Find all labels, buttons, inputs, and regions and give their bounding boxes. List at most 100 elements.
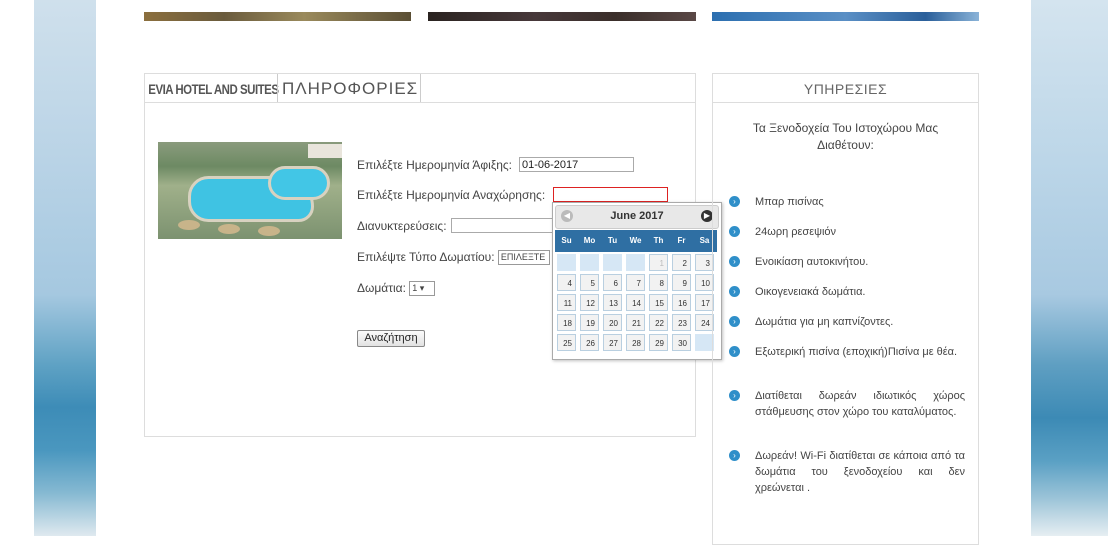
day-cell[interactable]: 14 [626, 294, 645, 311]
service-item-text: 24ωρη ρεσεψιόν [755, 226, 837, 238]
departure-label: Επιλέξτε Ημερομηνία Αναχώρησης: [357, 188, 546, 202]
datepicker-title: June 2017 [610, 210, 664, 222]
service-item-text: Ενοικίαση αυτοκινήτου. [755, 256, 869, 268]
rooms-select[interactable]: 1 ▾ [409, 281, 436, 297]
day-cell[interactable]: 18 [557, 314, 576, 331]
service-item: › Δωμάτια για μη καπνίζοντες. [729, 314, 965, 330]
umbrella-shape [178, 220, 200, 230]
service-item: › Μπαρ πισίνας [729, 194, 965, 210]
service-item-text: Εξωτερική πισίνα (εποχική)Πισίνα με θέα. [755, 346, 958, 358]
chevron-right-icon: › [729, 450, 740, 461]
day-cell[interactable]: 5 [580, 274, 599, 291]
services-title: ΥΠΗΡΕΣΙΕΣ [713, 74, 978, 103]
ocean-background-right [1031, 0, 1108, 536]
building-shape [308, 144, 342, 158]
umbrella-shape [218, 224, 240, 234]
weekday-label: Th [653, 236, 664, 245]
service-item: › Ενοικίαση αυτοκινήτου. [729, 254, 965, 270]
pool-shape-2 [268, 166, 330, 200]
departure-row: Επιλέξτε Ημερομηνία Αναχώρησης: [357, 188, 545, 202]
room-type-row: Επιλέψτε Τύπο Δωματίου: ΕΠΙΛΕΞΤΕ [357, 250, 550, 266]
hotel-name-title: EVIA HOTEL AND SUITES [148, 81, 279, 97]
weekday-label: Mo [583, 236, 596, 245]
day-cell[interactable]: 22 [649, 314, 668, 331]
day-cell[interactable]: 28 [626, 334, 645, 351]
day-cell[interactable]: 23 [672, 314, 691, 331]
weekday-label: Tu [607, 236, 618, 245]
day-cell[interactable]: 25 [557, 334, 576, 351]
nights-label: Διανυκτερεύσεις: [357, 219, 447, 233]
day-cell[interactable]: 7 [626, 274, 645, 291]
day-cell[interactable]: 12 [580, 294, 599, 311]
weekday-header: Su Mo Tu We Th Fr Sa [555, 230, 717, 252]
day-cell[interactable]: 21 [626, 314, 645, 331]
service-item: › Δωρεάν! Wi-Fi διατίθεται σε κάποια από … [729, 448, 965, 496]
arrival-label: Επιλέξτε Ημερομηνία Άφιξης: [357, 158, 513, 172]
day-cell[interactable]: 8 [649, 274, 668, 291]
umbrella-shape [258, 226, 280, 236]
chevron-right-icon: › [729, 286, 740, 297]
search-button[interactable]: Αναζήτηση [357, 330, 425, 347]
day-cell[interactable]: 9 [672, 274, 691, 291]
room-type-select[interactable]: ΕΠΙΛΕΞΤΕ [497, 250, 550, 266]
nights-row: Διανυκτερεύσεις: [357, 219, 447, 233]
rooms-value: 1 [412, 283, 418, 294]
info-title: ΠΛΗΡΟΦΟΡΙΕΣ [277, 74, 421, 102]
service-item-text: Δωμάτια για μη καπνίζοντες. [755, 316, 894, 328]
service-item: › Εξωτερική πισίνα (εποχική)Πισίνα με θέα… [729, 344, 965, 360]
datepicker-header: ◀ June 2017 ▶ [555, 205, 719, 229]
room-type-label: Επιλέψτε Τύπο Δωματίου: [357, 250, 495, 264]
chevron-down-icon: ▾ [419, 283, 425, 294]
day-cell[interactable]: 27 [603, 334, 622, 351]
day-cell[interactable]: 11 [557, 294, 576, 311]
hotel-pool-image [158, 142, 342, 239]
chevron-right-icon: › [729, 346, 740, 357]
day-cell[interactable]: 4 [557, 274, 576, 291]
datepicker: ◀ June 2017 ▶ Su Mo Tu We Th Fr Sa 1 2 3 4 5 6 7 8 9 10… [552, 202, 722, 360]
banner-image-2[interactable] [428, 12, 696, 21]
day-cell[interactable]: 6 [603, 274, 622, 291]
empty-day-cell [626, 254, 645, 271]
departure-date-input[interactable] [553, 187, 668, 202]
day-cell[interactable]: 13 [603, 294, 622, 311]
empty-day-cell [603, 254, 622, 271]
banner-image-1[interactable] [144, 12, 411, 21]
chevron-right-icon: › [729, 226, 740, 237]
rooms-label: Δωμάτια: [357, 281, 406, 295]
chevron-right-icon: › [729, 390, 740, 401]
service-item-text: Διατίθεται δωρεάν ιδιωτικός χώρος στάθμε… [755, 390, 965, 418]
service-item: › Διατίθεται δωρεάν ιδιωτικός χώρος στάθμ… [729, 388, 965, 420]
service-item-text: Μπαρ πισίνας [755, 196, 824, 208]
ocean-background-left [34, 0, 96, 536]
weekday-label: We [629, 236, 642, 245]
banner-image-3[interactable] [712, 12, 979, 21]
chevron-right-icon: › [729, 316, 740, 327]
service-item: › Οικογενειακά δωμάτια. [729, 284, 965, 300]
weekday-label: Su [561, 236, 572, 245]
day-cell[interactable]: 26 [580, 334, 599, 351]
rooms-row: Δωμάτια: 1 ▾ [357, 281, 436, 297]
day-cell[interactable]: 20 [603, 314, 622, 331]
arrival-row: Επιλέξτε Ημερομηνία Άφιξης: [357, 158, 512, 172]
service-item: › 24ωρη ρεσεψιόν [729, 224, 965, 240]
day-cell[interactable]: 30 [672, 334, 691, 351]
arrival-date-input[interactable]: 01-06-2017 [519, 157, 634, 172]
service-item-text: Οικογενειακά δωμάτια. [755, 286, 866, 298]
day-cell[interactable]: 29 [649, 334, 668, 351]
services-panel: ΥΠΗΡΕΣΙΕΣ Τα Ξενοδοχεία Του Ιστοχώρου Μα… [712, 73, 979, 545]
weekday-label: Fr [677, 236, 686, 245]
panel-header: EVIA HOTEL AND SUITES ΠΛΗΡΟΦΟΡΙΕΣ [145, 74, 695, 103]
service-item-text: Δωρεάν! Wi-Fi διατίθεται σε κάποια από τ… [755, 450, 965, 494]
nights-input[interactable] [451, 218, 555, 233]
empty-day-cell [580, 254, 599, 271]
day-cell: 1 [649, 254, 668, 271]
day-cell[interactable]: 2 [672, 254, 691, 271]
day-cell[interactable]: 15 [649, 294, 668, 311]
chevron-right-icon: › [729, 256, 740, 267]
services-intro: Τα Ξενοδοχεία Του Ιστοχώρου Μας Διαθέτου… [752, 121, 939, 152]
empty-day-cell [557, 254, 576, 271]
chevron-right-icon: › [729, 196, 740, 207]
day-cell[interactable]: 19 [580, 314, 599, 331]
page-margin-left [0, 0, 34, 536]
day-cell[interactable]: 16 [672, 294, 691, 311]
